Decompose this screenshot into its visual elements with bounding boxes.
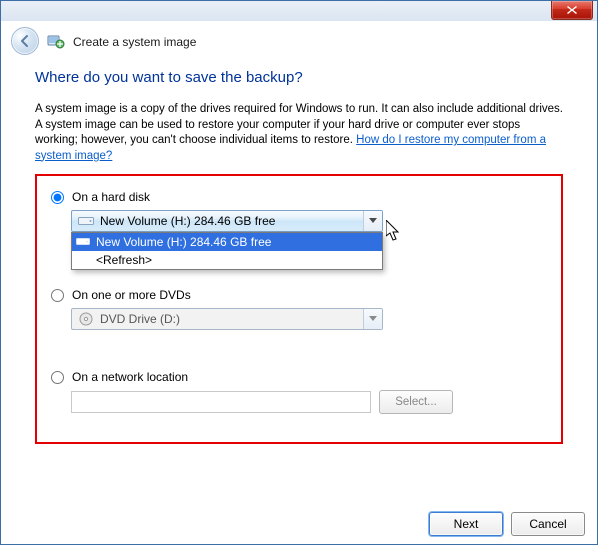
footer-buttons: Next Cancel	[429, 512, 585, 536]
combo-hard-disk-dropdown-button[interactable]	[363, 211, 382, 231]
cancel-button[interactable]: Cancel	[511, 512, 585, 536]
combo-hard-disk-value: New Volume (H:) 284.46 GB free	[100, 214, 363, 228]
disc-icon	[78, 311, 94, 327]
system-image-icon	[47, 32, 65, 50]
option-hard-disk: On a hard disk New Volume (H:) 284.46 GB…	[51, 190, 547, 232]
wizard-window: Create a system image Where do you want …	[0, 0, 598, 545]
label-network: On a network location	[72, 370, 188, 384]
header-row: Create a system image	[1, 21, 597, 69]
titlebar	[1, 1, 597, 21]
back-button[interactable]	[11, 27, 39, 55]
hard-disk-dropdown-list: New Volume (H:) 284.46 GB free <Refresh>	[71, 232, 383, 270]
label-hard-disk: On a hard disk	[72, 190, 150, 204]
window-title: Create a system image	[73, 34, 196, 49]
description-text: A system image is a copy of the drives r…	[35, 102, 563, 164]
network-path-input[interactable]	[71, 391, 371, 413]
radio-dvd[interactable]	[51, 289, 64, 302]
combo-dvd-dropdown-button[interactable]	[363, 309, 382, 329]
next-button[interactable]: Next	[429, 512, 503, 536]
back-arrow-icon	[18, 34, 32, 48]
main-content: Where do you want to save the backup? A …	[1, 69, 597, 444]
next-button-label: Next	[454, 517, 479, 531]
dropdown-item-refresh[interactable]: <Refresh>	[72, 251, 382, 269]
option-dvd: On one or more DVDs DVD Drive (D:)	[51, 288, 547, 330]
drive-icon	[78, 213, 94, 229]
dropdown-item-drive-label: New Volume (H:) 284.46 GB free	[96, 235, 271, 249]
label-dvd: On one or more DVDs	[72, 288, 191, 302]
network-select-label: Select...	[395, 396, 437, 408]
combo-dvd-value: DVD Drive (D:)	[100, 312, 363, 326]
cancel-button-label: Cancel	[529, 517, 566, 531]
radio-hard-disk[interactable]	[51, 191, 64, 204]
chevron-down-icon	[369, 316, 377, 322]
chevron-down-icon	[369, 218, 377, 224]
radio-network[interactable]	[51, 371, 64, 384]
dropdown-item-drive[interactable]: New Volume (H:) 284.46 GB free	[72, 233, 382, 251]
combo-hard-disk[interactable]: New Volume (H:) 284.46 GB free	[71, 210, 383, 232]
close-button[interactable]	[551, 1, 593, 20]
options-highlight-box: On a hard disk New Volume (H:) 284.46 GB…	[35, 174, 563, 444]
close-icon	[566, 5, 578, 15]
dropdown-item-refresh-label: <Refresh>	[96, 253, 152, 267]
option-network: On a network location Select...	[51, 370, 547, 414]
drive-icon	[76, 235, 90, 249]
network-select-button[interactable]: Select...	[379, 390, 453, 414]
combo-dvd[interactable]: DVD Drive (D:)	[71, 308, 383, 330]
page-heading: Where do you want to save the backup?	[35, 69, 563, 86]
